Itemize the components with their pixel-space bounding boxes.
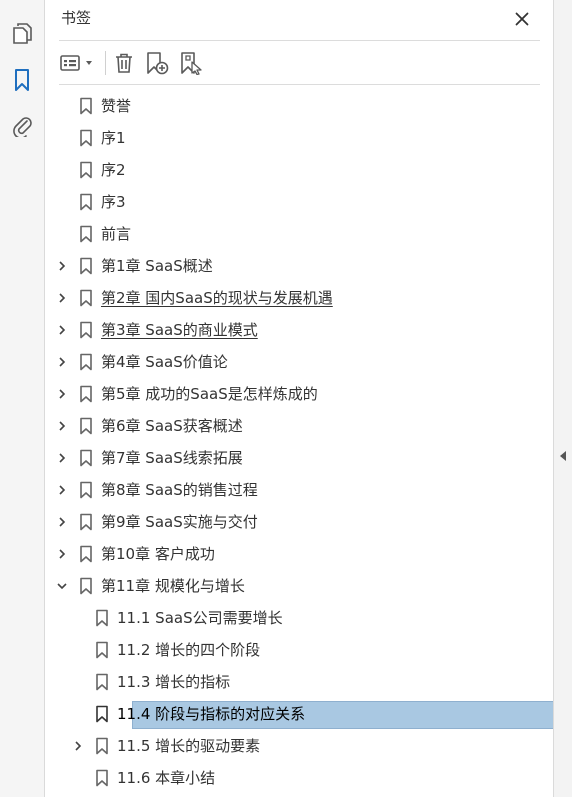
bookmark-label: 第1章 SaaS概述	[101, 257, 213, 275]
new-bookmark-icon[interactable]	[143, 48, 171, 78]
bookmark-label: 序2	[101, 161, 126, 179]
bookmark-icon	[95, 609, 109, 627]
bookmark-item[interactable]: 序2	[45, 155, 553, 185]
bookmark-icon	[79, 385, 93, 403]
bookmark-icon	[79, 289, 93, 307]
bookmark-icon	[79, 481, 93, 499]
bookmark-label: 11.2 增长的四个阶段	[117, 641, 261, 659]
bookmark-icon	[95, 737, 109, 755]
chevron-right-icon[interactable]	[55, 419, 69, 433]
bookmark-item[interactable]: 11.6 本章小结	[45, 763, 553, 793]
bookmark-label: 11.4 阶段与指标的对应关系	[117, 705, 306, 723]
bookmark-item[interactable]: 序1	[45, 123, 553, 153]
bookmark-item[interactable]: 第11章 规模化与增长	[45, 571, 553, 601]
bookmark-item[interactable]: 11.5 增长的驱动要素	[45, 731, 553, 761]
bookmark-item[interactable]: 第4章 SaaS价值论	[45, 347, 553, 377]
navigation-rail	[0, 0, 45, 797]
bookmark-icon	[95, 769, 109, 787]
bookmark-item[interactable]: 第6章 SaaS获客概述	[45, 411, 553, 441]
bookmark-label: 第4章 SaaS价值论	[101, 353, 228, 371]
bookmark-label: 前言	[101, 225, 132, 243]
options-menu-icon[interactable]	[59, 48, 97, 78]
bookmark-label: 11.6 本章小结	[117, 769, 216, 787]
bookmark-label: 序1	[101, 129, 126, 147]
chevron-right-icon[interactable]	[55, 515, 69, 529]
chevron-right-icon[interactable]	[55, 291, 69, 305]
chevron-right-icon[interactable]	[55, 355, 69, 369]
bookmark-label: 第10章 客户成功	[101, 545, 215, 563]
bookmarks-panel: 书签 赞誉 序1 序2 序3 前言 第1章 SaaS概述 第2章 国内SaaS的…	[45, 0, 562, 797]
bookmark-label: 第6章 SaaS获客概述	[101, 417, 243, 435]
bookmark-icon	[79, 225, 93, 243]
bookmark-label: 赞誉	[101, 97, 132, 115]
bookmark-icon	[79, 129, 93, 147]
bookmark-label: 第2章 国内SaaS的现状与发展机遇	[101, 289, 333, 307]
bookmark-label: 第7章 SaaS线索拓展	[101, 449, 243, 467]
bookmark-label: 第11章 规模化与增长	[101, 577, 245, 595]
bookmark-item[interactable]: 第5章 成功的SaaS是怎样炼成的	[45, 379, 553, 409]
bookmark-icon	[79, 257, 93, 275]
delete-icon[interactable]	[111, 48, 137, 78]
divider	[59, 84, 540, 85]
bookmark-icon	[79, 321, 93, 339]
bookmark-label: 第5章 成功的SaaS是怎样炼成的	[101, 385, 318, 403]
collapse-panel-icon[interactable]	[558, 449, 568, 463]
bookmark-icon	[79, 545, 93, 563]
bookmark-item[interactable]: 11.3 增长的指标	[45, 667, 553, 697]
chevron-right-icon[interactable]	[55, 451, 69, 465]
bookmark-icon	[79, 417, 93, 435]
bookmark-label: 11.1 SaaS公司需要增长	[117, 609, 283, 627]
chevron-right-icon[interactable]	[55, 323, 69, 337]
bookmark-label: 第8章 SaaS的销售过程	[101, 481, 258, 499]
chevron-right-icon[interactable]	[55, 259, 69, 273]
chevron-right-icon[interactable]	[71, 739, 85, 753]
bookmark-icon	[79, 513, 93, 531]
bookmark-item[interactable]: 11.4 阶段与指标的对应关系	[45, 699, 562, 729]
bookmark-item[interactable]: 第1章 SaaS概述	[45, 251, 553, 281]
bookmark-item[interactable]: 第2章 国内SaaS的现状与发展机遇	[45, 283, 553, 313]
bookmark-icon	[95, 641, 109, 659]
panel-title: 书签	[61, 9, 92, 27]
bookmark-item[interactable]: 赞誉	[45, 91, 553, 121]
bookmark-item[interactable]: 前言	[45, 219, 553, 249]
bookmark-item[interactable]: 第7章 SaaS线索拓展	[45, 443, 553, 473]
chevron-down-icon[interactable]	[55, 579, 69, 593]
side-panel-strip	[553, 0, 572, 797]
bookmark-label: 第9章 SaaS实施与交付	[101, 513, 258, 531]
bookmark-icon	[79, 577, 93, 595]
bookmark-item[interactable]: 第8章 SaaS的销售过程	[45, 475, 553, 505]
attachment-icon[interactable]	[8, 111, 36, 139]
chevron-right-icon[interactable]	[55, 387, 69, 401]
close-icon[interactable]	[511, 8, 533, 30]
bookmark-icon	[95, 705, 109, 723]
bookmark-icon	[95, 673, 109, 691]
bookmark-icon	[79, 161, 93, 179]
divider	[59, 40, 540, 41]
bookmark-icon	[79, 449, 93, 467]
bookmark-icon	[79, 97, 93, 115]
bookmark-item[interactable]: 第9章 SaaS实施与交付	[45, 507, 553, 537]
bookmark-label: 11.3 增长的指标	[117, 673, 231, 691]
bookmark-label: 序3	[101, 193, 126, 211]
bookmark-icon[interactable]	[8, 66, 36, 94]
bookmark-item[interactable]: 序3	[45, 187, 553, 217]
bookmark-item[interactable]: 第10章 客户成功	[45, 539, 553, 569]
toolbar-divider	[105, 51, 106, 75]
bookmark-icon	[79, 353, 93, 371]
bookmark-label: 第3章 SaaS的商业模式	[101, 321, 258, 339]
bookmark-item[interactable]: 11.1 SaaS公司需要增长	[45, 603, 553, 633]
bookmark-from-structure-icon[interactable]	[177, 48, 205, 78]
bookmark-item[interactable]: 11.2 增长的四个阶段	[45, 635, 553, 665]
pages-icon[interactable]	[8, 19, 36, 47]
bookmark-item[interactable]: 第3章 SaaS的商业模式	[45, 315, 553, 345]
chevron-right-icon[interactable]	[55, 547, 69, 561]
bookmark-label: 11.5 增长的驱动要素	[117, 737, 261, 755]
bookmark-icon	[79, 193, 93, 211]
chevron-right-icon[interactable]	[55, 483, 69, 497]
bookmarks-toolbar	[59, 48, 540, 78]
